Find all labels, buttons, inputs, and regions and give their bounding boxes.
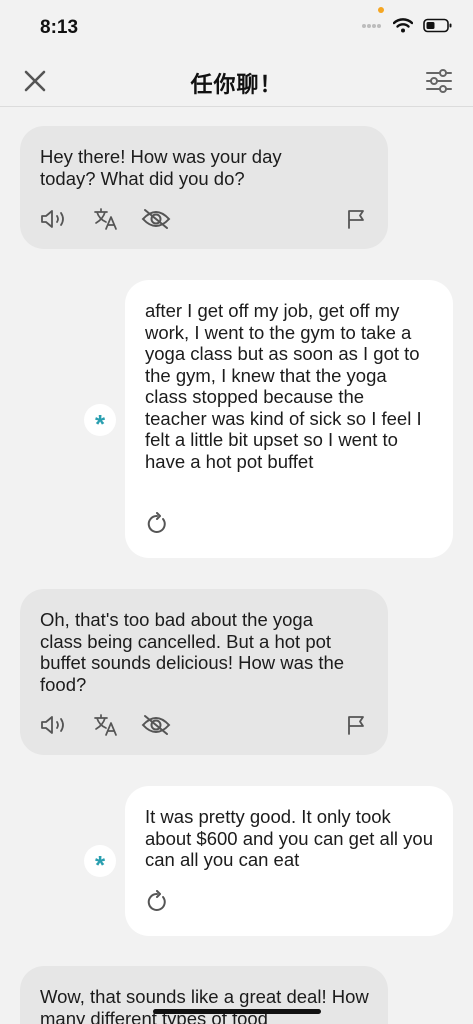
flag-icon <box>348 716 364 735</box>
report-button[interactable] <box>342 206 370 232</box>
message-text: Wow, that sounds like a great deal! How … <box>40 986 369 1024</box>
ai-message: Wow, that sounds like a great deal! How … <box>20 966 388 1024</box>
sliders-icon <box>426 69 452 93</box>
user-message: It was pretty good. It only took about $… <box>125 786 453 936</box>
retry-icon <box>147 512 166 533</box>
message-text: Oh, that's too bad about the yoga class … <box>40 609 345 695</box>
status-time: 8:13 <box>40 17 79 38</box>
settings-button[interactable] <box>425 68 453 94</box>
message-text: Hey there! How was your day today? What … <box>40 146 282 189</box>
wifi-icon <box>393 18 413 33</box>
retry-icon <box>147 890 166 911</box>
translate-icon <box>94 208 117 230</box>
speaker-icon <box>41 210 64 228</box>
home-indicator <box>153 1009 321 1014</box>
privacy-indicator <box>378 7 384 13</box>
message-text: It was pretty good. It only took about $… <box>145 806 434 870</box>
page-title: 任你聊！ <box>190 72 283 97</box>
speaker-icon <box>41 716 64 734</box>
status-bar: 8:13 <box>0 0 473 56</box>
user-message: after I get off my job, get off my work,… <box>125 280 453 558</box>
hide-text-button[interactable] <box>140 206 172 232</box>
status-icons <box>361 18 453 33</box>
retry-button[interactable] <box>145 890 169 914</box>
message-text: after I get off my job, get off my work,… <box>145 300 422 472</box>
chat-header: 任你聊！ <box>0 56 473 107</box>
speak-button[interactable] <box>40 206 68 232</box>
ai-message: Hey there! How was your day today? What … <box>20 126 388 249</box>
speak-button[interactable] <box>40 712 68 738</box>
ai-message: Oh, that's too bad about the yoga class … <box>20 589 388 755</box>
translate-icon <box>94 714 117 736</box>
hide-text-button[interactable] <box>140 712 172 738</box>
message-actions <box>40 206 368 232</box>
eye-off-icon <box>141 209 171 229</box>
user-avatar: * <box>84 404 116 437</box>
message-actions <box>40 712 368 738</box>
report-button[interactable] <box>342 712 370 738</box>
battery-icon <box>423 18 452 33</box>
user-avatar: * <box>84 845 116 878</box>
translate-button[interactable] <box>92 206 120 232</box>
flag-icon <box>348 210 364 229</box>
retry-button[interactable] <box>145 512 169 536</box>
cellular-signal-icon <box>362 23 381 28</box>
translate-button[interactable] <box>92 712 120 738</box>
eye-off-icon <box>141 715 171 735</box>
